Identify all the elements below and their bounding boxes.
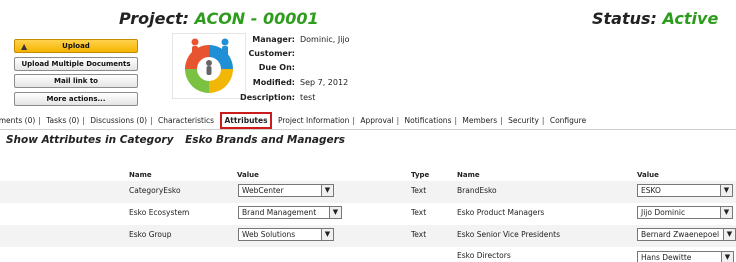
header-name: Name — [129, 171, 152, 179]
project-tab-bar: uments (0)| Tasks (0)| Discussions (0)| … — [0, 112, 736, 130]
tab-tasks[interactable]: Tasks (0) — [46, 113, 79, 128]
upload-button[interactable]: ▲ Upload — [14, 39, 138, 53]
project-team-logo — [172, 33, 246, 99]
tab-members[interactable]: Members — [462, 113, 497, 128]
more-actions-button[interactable]: More actions... — [14, 92, 138, 106]
chevron-down-icon: ▼ — [321, 229, 333, 240]
meta-modified: Modified: Sep 7, 2012 — [252, 78, 349, 87]
project-code: ACON - 00001 — [194, 9, 319, 28]
attribute-select[interactable]: Bernard Zwaenepoel ▼ — [637, 228, 736, 241]
attribute-select[interactable]: Hans Dewitte ▼ — [637, 251, 734, 262]
section-title: Show Attributes in Category Esko Brands … — [6, 134, 346, 146]
header-value-2: Value — [637, 171, 659, 179]
attribute-select[interactable]: WebCenter ▼ — [238, 184, 334, 197]
category-name: Esko Brands and Managers — [185, 134, 346, 146]
header-type: Type — [411, 171, 430, 179]
attribute-select[interactable]: Brand Management ▼ — [238, 206, 342, 219]
chevron-down-icon: ▼ — [721, 252, 733, 262]
meta-manager: Manager: Dominic, Jijo — [252, 35, 350, 44]
mail-link-button[interactable]: Mail link to — [14, 74, 138, 88]
upload-multiple-button[interactable]: Upload Multiple Documents — [14, 57, 138, 71]
table-row: Esko Group Web Solutions ▼ Text Esko Sen… — [0, 225, 736, 247]
table-row: Esko Directors Hans Dewitte ▼ — [0, 247, 736, 262]
attribute-select[interactable]: Web Solutions ▼ — [238, 228, 334, 241]
tab-notifications[interactable]: Notifications — [405, 113, 452, 128]
table-row: CategoryEsko WebCenter ▼ Text BrandEsko … — [0, 181, 736, 203]
attribute-select[interactable]: Jijo Dominic ▼ — [637, 206, 733, 219]
chevron-down-icon: ▼ — [329, 207, 341, 218]
attribute-select[interactable]: ESKO ▼ — [637, 184, 733, 197]
tab-security[interactable]: Security — [508, 113, 539, 128]
table-row: Esko Ecosystem Brand Management ▼ Text E… — [0, 203, 736, 225]
status-label: Status: — [592, 9, 657, 28]
tab-project-information[interactable]: Project Information — [278, 113, 349, 128]
project-title: Project: ACON - 00001 — [119, 9, 319, 28]
status-title: Status: Active — [592, 9, 718, 28]
meta-due-on: Due On: — [258, 63, 295, 72]
meta-description: Description: test — [240, 93, 316, 102]
header-value: Value — [237, 171, 259, 179]
chevron-down-icon: ▼ — [720, 185, 732, 196]
tab-documents[interactable]: uments (0) — [0, 113, 35, 128]
project-label: Project: — [119, 9, 189, 28]
status-value: Active — [662, 9, 719, 28]
upload-icon: ▲ — [21, 42, 28, 51]
tab-configure[interactable]: Configure — [550, 113, 586, 128]
chevron-down-icon: ▼ — [723, 229, 735, 240]
tab-attributes[interactable]: Attributes — [220, 112, 272, 129]
tab-characteristics[interactable]: Characteristics — [158, 113, 214, 128]
chevron-down-icon: ▼ — [321, 185, 333, 196]
chevron-down-icon: ▼ — [720, 207, 732, 218]
tab-approval[interactable]: Approval — [360, 113, 393, 128]
header-name-2: Name — [457, 171, 480, 179]
tab-discussions[interactable]: Discussions (0) — [90, 113, 147, 128]
meta-customer: Customer: — [248, 49, 295, 58]
